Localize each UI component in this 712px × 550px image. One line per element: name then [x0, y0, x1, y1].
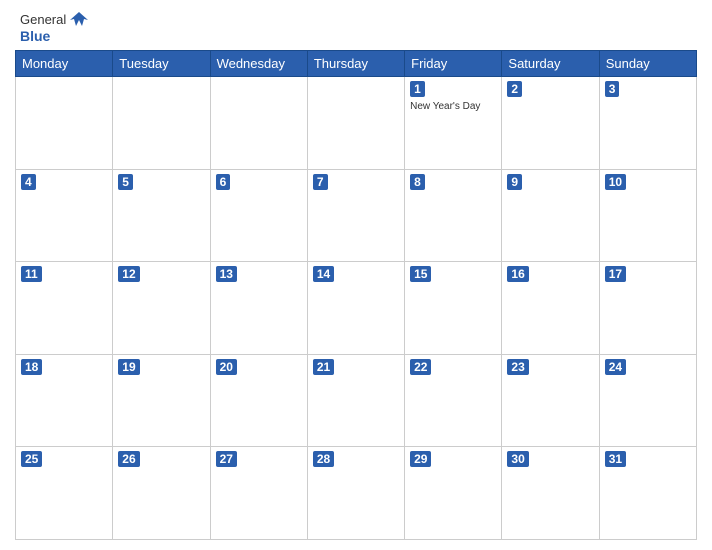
calendar-week-row: 25 26 27 28 29 30 31 [16, 447, 697, 540]
calendar-cell [16, 77, 113, 170]
calendar-cell: 7 [307, 169, 404, 262]
day-number: 20 [216, 359, 237, 375]
calendar-header: General Blue [15, 10, 697, 44]
calendar-week-row: 4 5 6 7 8 9 10 [16, 169, 697, 262]
holiday-label: New Year's Day [410, 101, 496, 113]
day-number: 13 [216, 266, 237, 282]
day-of-week-header: Saturday [502, 51, 599, 77]
day-number: 12 [118, 266, 139, 282]
logo-blue-text: Blue [20, 28, 50, 44]
calendar-cell: 11 [16, 262, 113, 355]
day-number: 1 [410, 81, 425, 97]
day-number: 16 [507, 266, 528, 282]
calendar-week-row: 18 19 20 21 22 23 24 [16, 354, 697, 447]
country-label [612, 40, 692, 44]
calendar-cell: 28 [307, 447, 404, 540]
logo: General Blue [20, 10, 90, 44]
calendar-cell: 23 [502, 354, 599, 447]
day-number: 30 [507, 451, 528, 467]
day-number: 26 [118, 451, 139, 467]
day-number: 23 [507, 359, 528, 375]
calendar-cell: 30 [502, 447, 599, 540]
calendar-cell: 18 [16, 354, 113, 447]
day-number: 6 [216, 174, 231, 190]
day-number: 28 [313, 451, 334, 467]
calendar-cell: 20 [210, 354, 307, 447]
calendar-week-row: 11 12 13 14 15 16 17 [16, 262, 697, 355]
day-number: 3 [605, 81, 620, 97]
day-of-week-header: Monday [16, 51, 113, 77]
calendar-header-row: MondayTuesdayWednesdayThursdayFridaySatu… [16, 51, 697, 77]
day-number: 18 [21, 359, 42, 375]
calendar-cell: 21 [307, 354, 404, 447]
calendar-cell: 16 [502, 262, 599, 355]
calendar-cell: 14 [307, 262, 404, 355]
day-number: 17 [605, 266, 626, 282]
day-of-week-header: Sunday [599, 51, 696, 77]
day-number: 25 [21, 451, 42, 467]
calendar-cell: 1 New Year's Day [405, 77, 502, 170]
calendar-cell: 4 [16, 169, 113, 262]
calendar-table: MondayTuesdayWednesdayThursdayFridaySatu… [15, 50, 697, 540]
calendar-cell [210, 77, 307, 170]
day-number: 31 [605, 451, 626, 467]
calendar-week-row: 1 New Year's Day 2 3 [16, 77, 697, 170]
calendar-cell: 24 [599, 354, 696, 447]
day-number: 7 [313, 174, 328, 190]
day-number: 9 [507, 174, 522, 190]
day-of-week-header: Friday [405, 51, 502, 77]
day-number: 21 [313, 359, 334, 375]
day-number: 14 [313, 266, 334, 282]
day-number: 15 [410, 266, 431, 282]
day-number: 10 [605, 174, 626, 190]
calendar-cell: 22 [405, 354, 502, 447]
logo-general-text: General [20, 12, 66, 27]
logo-bird-icon [68, 10, 90, 28]
calendar-cell: 29 [405, 447, 502, 540]
calendar-cell: 10 [599, 169, 696, 262]
days-of-week-row: MondayTuesdayWednesdayThursdayFridaySatu… [16, 51, 697, 77]
calendar-cell: 3 [599, 77, 696, 170]
calendar-cell: 9 [502, 169, 599, 262]
day-number: 29 [410, 451, 431, 467]
calendar-cell: 8 [405, 169, 502, 262]
day-number: 5 [118, 174, 133, 190]
day-number: 2 [507, 81, 522, 97]
day-number: 22 [410, 359, 431, 375]
day-number: 8 [410, 174, 425, 190]
day-number: 19 [118, 359, 139, 375]
calendar-cell: 25 [16, 447, 113, 540]
day-number: 11 [21, 266, 42, 282]
calendar-cell: 27 [210, 447, 307, 540]
calendar-cell: 13 [210, 262, 307, 355]
calendar-cell [307, 77, 404, 170]
day-of-week-header: Thursday [307, 51, 404, 77]
calendar-body: 1New Year's Day2345678910111213141516171… [16, 77, 697, 540]
day-of-week-header: Tuesday [113, 51, 210, 77]
day-number: 27 [216, 451, 237, 467]
calendar-cell: 19 [113, 354, 210, 447]
calendar-cell: 17 [599, 262, 696, 355]
calendar-cell: 5 [113, 169, 210, 262]
calendar-cell: 6 [210, 169, 307, 262]
calendar-cell [113, 77, 210, 170]
calendar-cell: 2 [502, 77, 599, 170]
day-of-week-header: Wednesday [210, 51, 307, 77]
calendar-cell: 15 [405, 262, 502, 355]
day-number: 4 [21, 174, 36, 190]
day-number: 24 [605, 359, 626, 375]
calendar-cell: 26 [113, 447, 210, 540]
calendar-cell: 31 [599, 447, 696, 540]
calendar-cell: 12 [113, 262, 210, 355]
